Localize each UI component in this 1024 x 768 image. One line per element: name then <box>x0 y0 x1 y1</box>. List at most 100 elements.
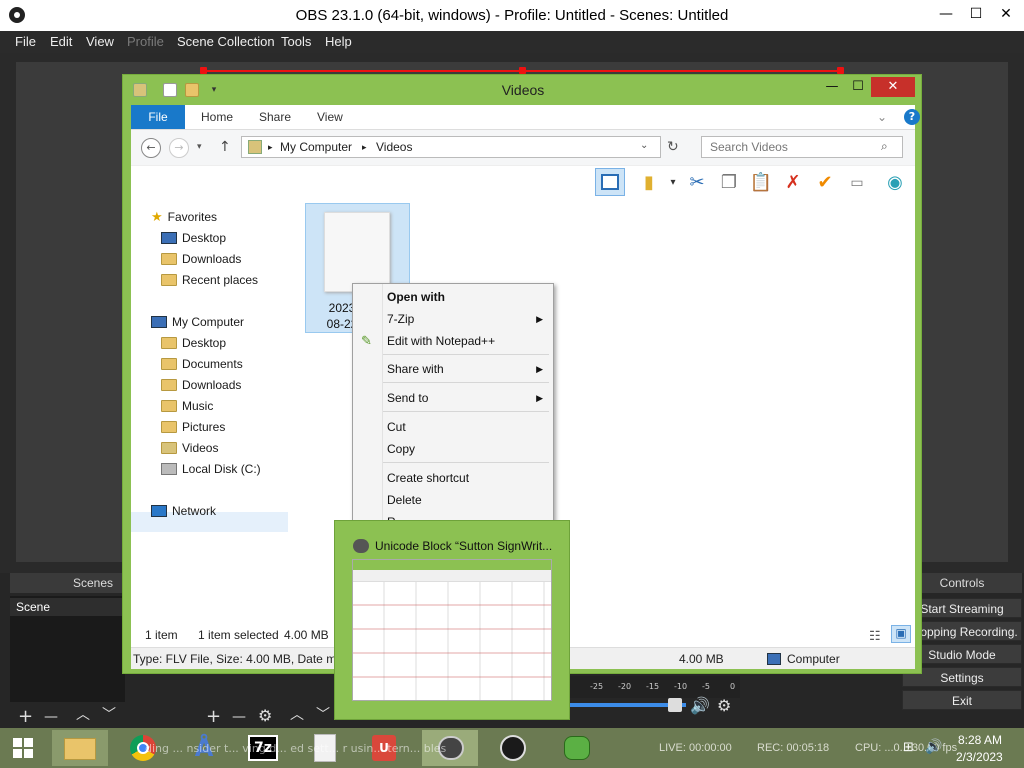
menu-item-send-to[interactable]: Send to ▶ <box>353 388 553 408</box>
tab-home[interactable]: Home <box>201 110 233 124</box>
nav-label: My Computer <box>172 315 245 329</box>
address-bar[interactable]: ▸ My Computer ▸ Videos ⌄ <box>241 136 661 158</box>
speaker-icon[interactable]: 🔊 <box>690 697 710 715</box>
nav-computer-documents[interactable]: Documents <box>161 354 243 374</box>
move-source-up-button[interactable]: ︿ <box>290 706 304 724</box>
taskbar-frog-app[interactable] <box>548 730 604 766</box>
menu-item-create-shortcut[interactable]: Create shortcut <box>353 468 553 488</box>
menu-item-copy[interactable]: Copy <box>353 439 553 459</box>
mixer-gear-icon[interactable]: ⚙ <box>717 697 731 715</box>
thumbnail-preview-image[interactable] <box>352 559 552 701</box>
menu-tools[interactable]: Tools <box>281 34 311 49</box>
delete-x-icon[interactable]: ✗ <box>781 171 805 195</box>
taskbar-thumbnail-popup[interactable]: Unicode Block “Sutton SignWrit... <box>334 520 570 720</box>
taskbar-obs[interactable] <box>486 730 542 766</box>
menu-scene-collection[interactable]: Scene Collection <box>177 34 275 49</box>
volume-tray-icon[interactable]: 🔊 <box>925 739 942 755</box>
volume-slider-handle[interactable] <box>668 698 682 712</box>
nav-computer-desktop[interactable]: Desktop <box>161 333 226 353</box>
menu-item-delete[interactable]: Delete <box>353 490 553 510</box>
nav-label: Downloads <box>182 378 242 392</box>
menu-profile[interactable]: Profile <box>127 34 164 49</box>
menu-help[interactable]: Help <box>325 34 352 49</box>
large-icons-view-icon[interactable]: ▣ <box>891 625 911 643</box>
forward-arrow-icon[interactable]: → <box>169 138 189 158</box>
nav-computer-pictures[interactable]: Pictures <box>161 417 225 437</box>
explorer-maximize-button[interactable]: ☐ <box>845 77 871 97</box>
address-dropdown-icon[interactable]: ⌄ <box>640 140 648 151</box>
preview-pane-icon[interactable] <box>595 168 625 196</box>
obs-titlebar: OBS 23.1.0 (64-bit, windows) - Profile: … <box>0 0 1024 31</box>
view-options-dropdown-icon[interactable]: ▾ <box>661 171 685 195</box>
remove-scene-button[interactable]: — <box>44 708 58 726</box>
menu-item-share-with[interactable]: Share with ▶ <box>353 359 553 379</box>
network-tray-icon[interactable]: ⊞ <box>903 740 914 755</box>
taskbar-file-explorer[interactable] <box>52 730 108 766</box>
selection-count: 1 item selected <box>198 628 279 642</box>
properties-folder-icon[interactable]: ▮ <box>637 171 661 195</box>
up-arrow-icon[interactable]: ↑ <box>219 139 231 155</box>
explorer-close-button[interactable]: ✕ <box>871 77 915 97</box>
source-properties-gear-icon[interactable]: ⚙ <box>258 707 272 725</box>
copy-icon[interactable]: ❐ <box>717 171 741 195</box>
menu-item-7zip[interactable]: 7-Zip ▶ <box>353 309 553 329</box>
rename-check-icon[interactable]: ✔ <box>813 171 837 195</box>
rec-status: REC: 00:05:18 <box>757 742 830 754</box>
recent-locations-chevron-icon[interactable]: ▾ <box>197 142 202 152</box>
remove-source-button[interactable]: — <box>232 708 246 726</box>
nav-favorites-downloads[interactable]: Downloads <box>161 249 241 269</box>
nav-favorites-recent-places[interactable]: Recent places <box>161 270 258 290</box>
move-scene-up-button[interactable]: ︿ <box>76 706 90 724</box>
move-scene-down-button[interactable]: ﹀ <box>102 706 116 724</box>
resize-handle[interactable] <box>200 67 207 74</box>
nav-favorites[interactable]: ★ Favorites <box>151 207 217 227</box>
breadcrumb-videos[interactable]: Videos <box>376 140 412 154</box>
add-scene-button[interactable]: + <box>18 708 33 726</box>
help-icon[interactable]: ? <box>904 109 920 125</box>
move-source-down-button[interactable]: ﹀ <box>316 706 330 724</box>
scene-list-item[interactable]: Scene <box>10 598 125 616</box>
tab-view[interactable]: View <box>317 110 343 124</box>
menu-edit[interactable]: Edit <box>50 34 72 49</box>
windows-logo-icon <box>13 738 33 758</box>
nav-network[interactable]: Network <box>151 501 216 521</box>
menu-item-cut[interactable]: Cut <box>353 417 553 437</box>
resize-handle[interactable] <box>837 67 844 74</box>
maximize-button[interactable]: ☐ <box>962 3 990 25</box>
menu-item-edit-notepad[interactable]: ✎ Edit with Notepad++ <box>353 331 553 351</box>
nav-favorites-desktop[interactable]: Desktop <box>161 228 226 248</box>
breadcrumb-my-computer[interactable]: My Computer <box>280 140 352 154</box>
minimize-button[interactable]: — <box>932 3 960 25</box>
tab-share[interactable]: Share <box>259 110 291 124</box>
close-button[interactable]: ✕ <box>992 3 1020 25</box>
cut-scissors-icon[interactable]: ✂ <box>685 171 709 195</box>
search-input[interactable]: Search Videos <box>701 136 903 158</box>
menu-file[interactable]: File <box>15 34 36 49</box>
details-view-icon[interactable]: ☷ <box>869 628 881 644</box>
nav-label: Desktop <box>182 231 227 245</box>
nav-computer-downloads[interactable]: Downloads <box>161 375 241 395</box>
clock-date[interactable]: 2/3/2023 <box>956 750 1003 764</box>
explorer-titlebar: ▾ Videos — ☐ ✕ <box>123 75 923 105</box>
menu-item-open-with[interactable]: Open with <box>353 287 553 307</box>
add-source-button[interactable]: + <box>206 708 221 726</box>
meter-tick-label: 0 <box>730 682 736 691</box>
nav-computer-local-disk[interactable]: Local Disk (C:) <box>161 459 261 479</box>
select-all-icon[interactable]: ▭ <box>845 171 869 195</box>
back-arrow-icon[interactable]: ← <box>141 138 161 158</box>
shell-icon[interactable]: ◉ <box>883 171 907 195</box>
tab-file[interactable]: File <box>131 105 185 129</box>
nav-computer-videos[interactable]: Videos <box>161 438 218 458</box>
nav-computer-music[interactable]: Music <box>161 396 213 416</box>
start-button[interactable] <box>0 730 46 766</box>
menu-view[interactable]: View <box>86 34 114 49</box>
explorer-minimize-button[interactable]: — <box>819 77 845 97</box>
clock-time[interactable]: 8:28 AM <box>958 733 1002 747</box>
expand-ribbon-chevron-icon[interactable]: ⌄ <box>877 110 887 124</box>
exit-button[interactable]: Exit <box>902 690 1022 710</box>
search-icon[interactable]: ⌕ <box>881 139 888 154</box>
paste-clipboard-icon[interactable]: 📋 <box>749 171 773 195</box>
nav-my-computer[interactable]: My Computer <box>151 312 244 332</box>
refresh-icon[interactable]: ↻ <box>667 139 679 155</box>
resize-handle[interactable] <box>519 67 526 74</box>
